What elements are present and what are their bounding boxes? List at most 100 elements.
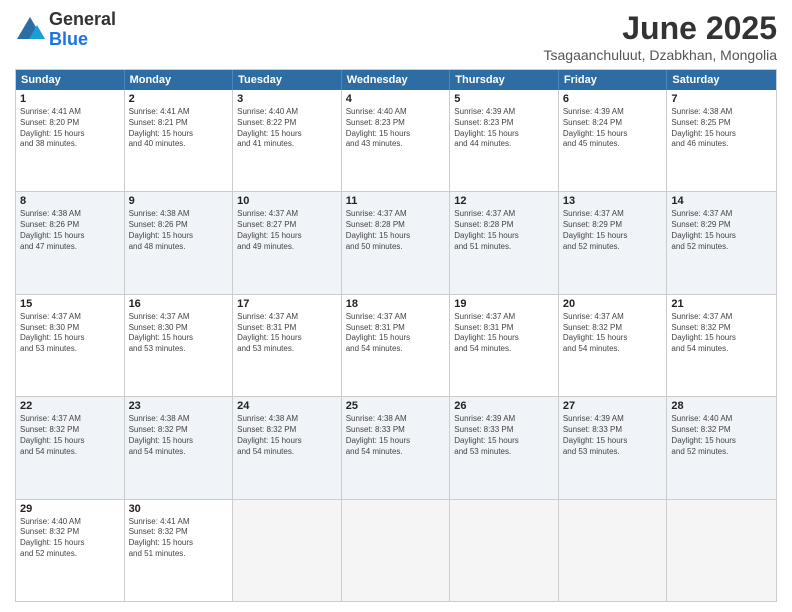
day-number-28: 28 (671, 400, 772, 412)
day-8: 8Sunrise: 4:38 AM Sunset: 8:26 PM Daylig… (16, 192, 125, 293)
day-number-18: 18 (346, 298, 446, 310)
logo-general-text: General (49, 10, 116, 30)
day-2: 2 Sunrise: 4:41 AM Sunset: 8:21 PM Daylig… (125, 90, 234, 191)
day-number-4: 4 (346, 93, 446, 105)
day-12: 12 Sunrise: 4:37 AM Sunset: 8:28 PM Dayli… (450, 192, 559, 293)
header-saturday: Saturday (667, 70, 776, 90)
calendar: Sunday Monday Tuesday Wednesday Thursday… (15, 69, 777, 602)
header-sunday: Sunday (16, 70, 125, 90)
header-wednesday: Wednesday (342, 70, 451, 90)
day-number-17: 17 (237, 298, 337, 310)
day-info-29: Sunrise: 4:40 AM Sunset: 8:32 PM Dayligh… (20, 517, 120, 560)
day-info-14: Sunrise: 4:37 AM Sunset: 8:29 PM Dayligh… (671, 209, 772, 252)
day-7: 7 Sunrise: 4:38 AM Sunset: 8:25 PM Daylig… (667, 90, 776, 191)
week-1: 1 Sunrise: 4:41 AM Sunset: 8:20 PM Daylig… (16, 90, 776, 192)
day-info-18: Sunrise: 4:37 AM Sunset: 8:31 PM Dayligh… (346, 312, 446, 355)
day-number-2: 2 (129, 93, 229, 105)
month-title: June 2025 (544, 10, 778, 47)
day-info-21: Sunrise: 4:37 AM Sunset: 8:32 PM Dayligh… (671, 312, 772, 355)
day-number-23: 23 (129, 400, 229, 412)
day-24: 24Sunrise: 4:38 AM Sunset: 8:32 PM Dayli… (233, 397, 342, 498)
day-10: 10 Sunrise: 4:37 AM Sunset: 8:27 PM Dayli… (233, 192, 342, 293)
day-number-5: 5 (454, 93, 554, 105)
day-25: 25Sunrise: 4:38 AM Sunset: 8:33 PM Dayli… (342, 397, 451, 498)
logo-icon (15, 15, 45, 45)
day-info-2: Sunrise: 4:41 AM Sunset: 8:21 PM Dayligh… (129, 107, 229, 150)
day-info-15: Sunrise: 4:37 AM Sunset: 8:30 PM Dayligh… (20, 312, 120, 355)
day-info-7: Sunrise: 4:38 AM Sunset: 8:25 PM Dayligh… (671, 107, 772, 150)
day-info-4: Sunrise: 4:40 AM Sunset: 8:23 PM Dayligh… (346, 107, 446, 150)
day-number-11: 11 (346, 195, 446, 207)
day-info-20: Sunrise: 4:37 AM Sunset: 8:32 PM Dayligh… (563, 312, 663, 355)
header: General Blue June 2025 Tsagaanchuluut, D… (15, 10, 777, 63)
day-number-24: 24 (237, 400, 337, 412)
day-3: 3Sunrise: 4:40 AM Sunset: 8:22 PM Daylig… (233, 90, 342, 191)
day-21: 21Sunrise: 4:37 AM Sunset: 8:32 PM Dayli… (667, 295, 776, 396)
day-5: 5 Sunrise: 4:39 AM Sunset: 8:23 PM Daylig… (450, 90, 559, 191)
day-info-3: Sunrise: 4:40 AM Sunset: 8:22 PM Dayligh… (237, 107, 337, 150)
week-4: 22 Sunrise: 4:37 AM Sunset: 8:32 PM Dayli… (16, 397, 776, 499)
day-4: 4 Sunrise: 4:40 AM Sunset: 8:23 PM Daylig… (342, 90, 451, 191)
day-30: 30 Sunrise: 4:41 AM Sunset: 8:32 PM Dayli… (125, 500, 234, 601)
day-number-10: 10 (237, 195, 337, 207)
day-info-30: Sunrise: 4:41 AM Sunset: 8:32 PM Dayligh… (129, 517, 229, 560)
day-info-22: Sunrise: 4:37 AM Sunset: 8:32 PM Dayligh… (20, 414, 120, 457)
day-1: 1 Sunrise: 4:41 AM Sunset: 8:20 PM Daylig… (16, 90, 125, 191)
day-number-29: 29 (20, 503, 120, 515)
day-number-12: 12 (454, 195, 554, 207)
empty-cell (342, 500, 451, 601)
logo: General Blue (15, 10, 116, 50)
day-info-5: Sunrise: 4:39 AM Sunset: 8:23 PM Dayligh… (454, 107, 554, 150)
day-20: 20 Sunrise: 4:37 AM Sunset: 8:32 PM Dayli… (559, 295, 668, 396)
day-18: 18 Sunrise: 4:37 AM Sunset: 8:31 PM Dayli… (342, 295, 451, 396)
empty-cell (233, 500, 342, 601)
day-number-6: 6 (563, 93, 663, 105)
day-info-10: Sunrise: 4:37 AM Sunset: 8:27 PM Dayligh… (237, 209, 337, 252)
logo-blue-text: Blue (49, 30, 116, 50)
day-info-13: Sunrise: 4:37 AM Sunset: 8:29 PM Dayligh… (563, 209, 663, 252)
day-number-1: 1 (20, 93, 120, 105)
day-number-14: 14 (671, 195, 772, 207)
day-number-22: 22 (20, 400, 120, 412)
day-number-7: 7 (671, 93, 772, 105)
day-info-8: Sunrise: 4:38 AM Sunset: 8:26 PM Dayligh… (20, 209, 120, 252)
week-3: 15 Sunrise: 4:37 AM Sunset: 8:30 PM Dayli… (16, 295, 776, 397)
day-info-17: Sunrise: 4:37 AM Sunset: 8:31 PM Dayligh… (237, 312, 337, 355)
day-28: 28 Sunrise: 4:40 AM Sunset: 8:32 PM Dayli… (667, 397, 776, 498)
day-27: 27Sunrise: 4:39 AM Sunset: 8:33 PM Dayli… (559, 397, 668, 498)
day-number-30: 30 (129, 503, 229, 515)
header-monday: Monday (125, 70, 234, 90)
day-number-20: 20 (563, 298, 663, 310)
week-2: 8Sunrise: 4:38 AM Sunset: 8:26 PM Daylig… (16, 192, 776, 294)
day-26: 26 Sunrise: 4:39 AM Sunset: 8:33 PM Dayli… (450, 397, 559, 498)
day-info-12: Sunrise: 4:37 AM Sunset: 8:28 PM Dayligh… (454, 209, 554, 252)
day-number-19: 19 (454, 298, 554, 310)
day-number-27: 27 (563, 400, 663, 412)
location-title: Tsagaanchuluut, Dzabkhan, Mongolia (544, 47, 778, 63)
day-11: 11Sunrise: 4:37 AM Sunset: 8:28 PM Dayli… (342, 192, 451, 293)
day-info-28: Sunrise: 4:40 AM Sunset: 8:32 PM Dayligh… (671, 414, 772, 457)
day-16: 16Sunrise: 4:37 AM Sunset: 8:30 PM Dayli… (125, 295, 234, 396)
empty-cell (667, 500, 776, 601)
day-9: 9Sunrise: 4:38 AM Sunset: 8:26 PM Daylig… (125, 192, 234, 293)
day-info-23: Sunrise: 4:38 AM Sunset: 8:32 PM Dayligh… (129, 414, 229, 457)
day-info-25: Sunrise: 4:38 AM Sunset: 8:33 PM Dayligh… (346, 414, 446, 457)
calendar-header: Sunday Monday Tuesday Wednesday Thursday… (16, 70, 776, 90)
day-info-26: Sunrise: 4:39 AM Sunset: 8:33 PM Dayligh… (454, 414, 554, 457)
day-info-1: Sunrise: 4:41 AM Sunset: 8:20 PM Dayligh… (20, 107, 120, 150)
day-6: 6Sunrise: 4:39 AM Sunset: 8:24 PM Daylig… (559, 90, 668, 191)
day-info-16: Sunrise: 4:37 AM Sunset: 8:30 PM Dayligh… (129, 312, 229, 355)
day-23: 23 Sunrise: 4:38 AM Sunset: 8:32 PM Dayli… (125, 397, 234, 498)
day-19: 19Sunrise: 4:37 AM Sunset: 8:31 PM Dayli… (450, 295, 559, 396)
day-number-9: 9 (129, 195, 229, 207)
header-tuesday: Tuesday (233, 70, 342, 90)
header-friday: Friday (559, 70, 668, 90)
day-number-13: 13 (563, 195, 663, 207)
day-17: 17 Sunrise: 4:37 AM Sunset: 8:31 PM Dayli… (233, 295, 342, 396)
empty-cell (559, 500, 668, 601)
day-number-26: 26 (454, 400, 554, 412)
day-number-15: 15 (20, 298, 120, 310)
logo-text: General Blue (49, 10, 116, 50)
week-5: 29 Sunrise: 4:40 AM Sunset: 8:32 PM Dayli… (16, 500, 776, 601)
header-thursday: Thursday (450, 70, 559, 90)
